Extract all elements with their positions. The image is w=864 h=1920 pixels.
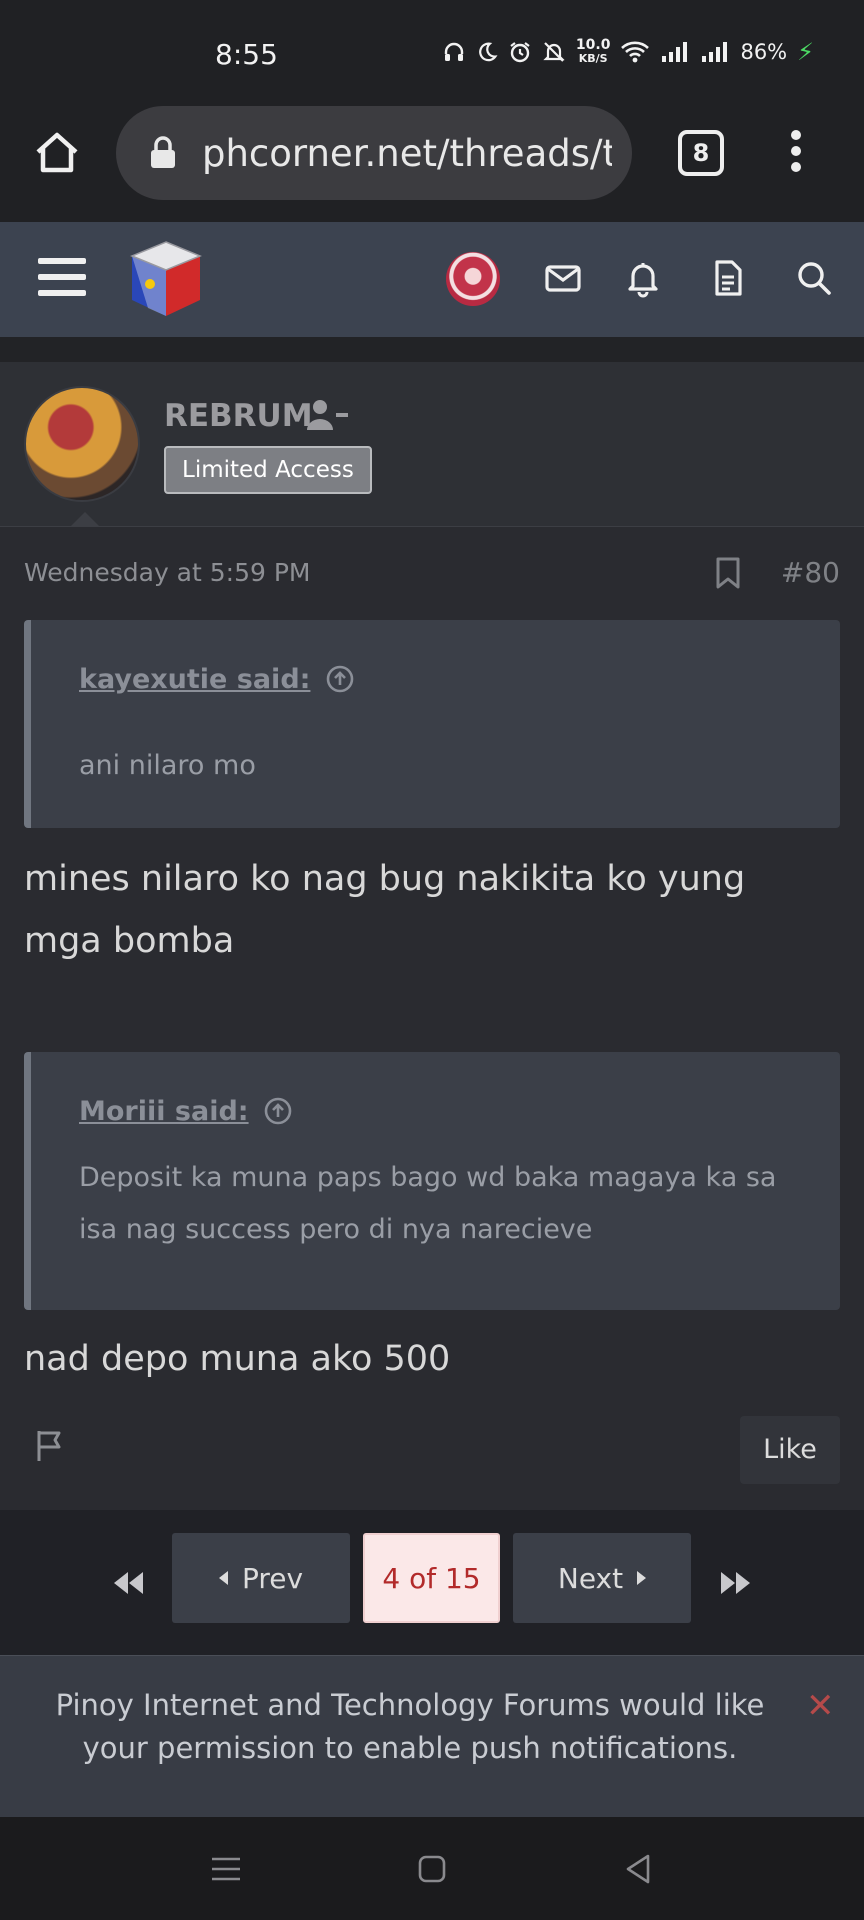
post-message: nad depo muna ako 500 [24,1339,451,1379]
signal-icon [662,42,688,62]
quote-author-link[interactable]: Moriii said: [79,1096,249,1127]
like-button[interactable]: Like [740,1416,840,1484]
arrow-up-circle-icon[interactable] [263,1096,293,1126]
net-speed: 10.0 KB/S [575,37,611,65]
url-text[interactable]: phcorner.net/threads/tri [202,132,612,175]
prev-label: Prev [241,1561,304,1595]
recent-apps-icon[interactable] [206,1849,246,1889]
caret-left-icon [218,1571,228,1585]
alarm-icon [510,42,530,63]
prev-page-button[interactable]: Prev [172,1533,350,1623]
quote-text: Deposit ka muna paps bago wd baka magaya… [79,1162,777,1245]
tab-switcher-button[interactable]: 8 [678,130,724,176]
site-header [0,222,864,337]
avatar-pointer [70,512,100,527]
lock-icon [151,136,175,168]
pagination: Prev 4 of 15 Next [0,1510,864,1655]
home-icon[interactable] [32,128,82,178]
signal-icon [702,42,728,62]
post-number[interactable]: #80 [781,556,840,589]
push-notification-banner: Pinoy Internet and Technology Forums wou… [0,1655,864,1817]
arrow-up-circle-icon[interactable] [325,664,355,694]
headphones-icon [444,42,464,61]
quote-block: kayexutie said: ani nilaro mo [24,620,840,828]
author-username[interactable]: REBRUM [164,398,313,434]
next-page-button[interactable]: Next [513,1533,691,1623]
author-avatar[interactable] [24,386,140,502]
report-flag-icon[interactable] [34,1428,68,1462]
back-icon[interactable] [618,1849,658,1889]
mail-icon[interactable] [543,258,583,298]
post-timestamp[interactable]: Wednesday at 5:59 PM [24,558,311,587]
forum-post: REBRUM Limited Access Wednesday at 5:59 … [0,362,864,1510]
home-button-icon[interactable] [412,1849,452,1889]
charging-icon: ⚡ [797,38,814,66]
user-avatar[interactable] [446,252,500,306]
status-time: 8:55 [215,38,278,71]
search-icon[interactable] [794,258,834,298]
quote-block: Moriii said: Deposit ka muna paps bago w… [24,1052,840,1310]
document-icon[interactable] [708,258,748,298]
browser-toolbar: phcorner.net/threads/tri 8 [0,100,864,222]
status-bar: 8:55 10.0 KB/S 86% ⚡ [0,0,864,100]
more-options-icon[interactable] [786,130,806,180]
status-icons: 10.0 KB/S 86% ⚡ [442,38,814,66]
first-page-icon[interactable] [112,1570,146,1596]
post-message: mines nilaro ko nag bug nakikita ko yung… [24,859,746,961]
push-banner-message[interactable]: Pinoy Internet and Technology Forums wou… [40,1684,780,1770]
bell-icon[interactable] [623,258,663,298]
moon-icon [479,42,498,62]
system-navigation-bar [0,1817,864,1920]
wifi-icon [621,41,650,63]
post-author-header: REBRUM Limited Access [0,362,864,527]
caret-right-icon [637,1571,647,1585]
bookmark-icon[interactable] [714,556,742,590]
last-page-icon[interactable] [718,1570,752,1596]
user-minus-icon [307,400,348,430]
battery-level: 86% [740,40,788,64]
current-page-indicator[interactable]: 4 of 15 [363,1533,500,1623]
site-logo[interactable] [126,238,206,320]
quote-text: ani nilaro mo [79,750,256,781]
quote-author-link[interactable]: kayexutie said: [79,664,310,695]
header-divider [0,337,864,362]
close-icon[interactable]: ✕ [806,1686,835,1726]
user-role-badge: Limited Access [164,446,372,494]
next-label: Next [557,1561,624,1595]
address-bar[interactable]: phcorner.net/threads/tri [116,106,632,200]
bell-off-icon [543,42,565,62]
menu-icon[interactable] [38,258,86,298]
